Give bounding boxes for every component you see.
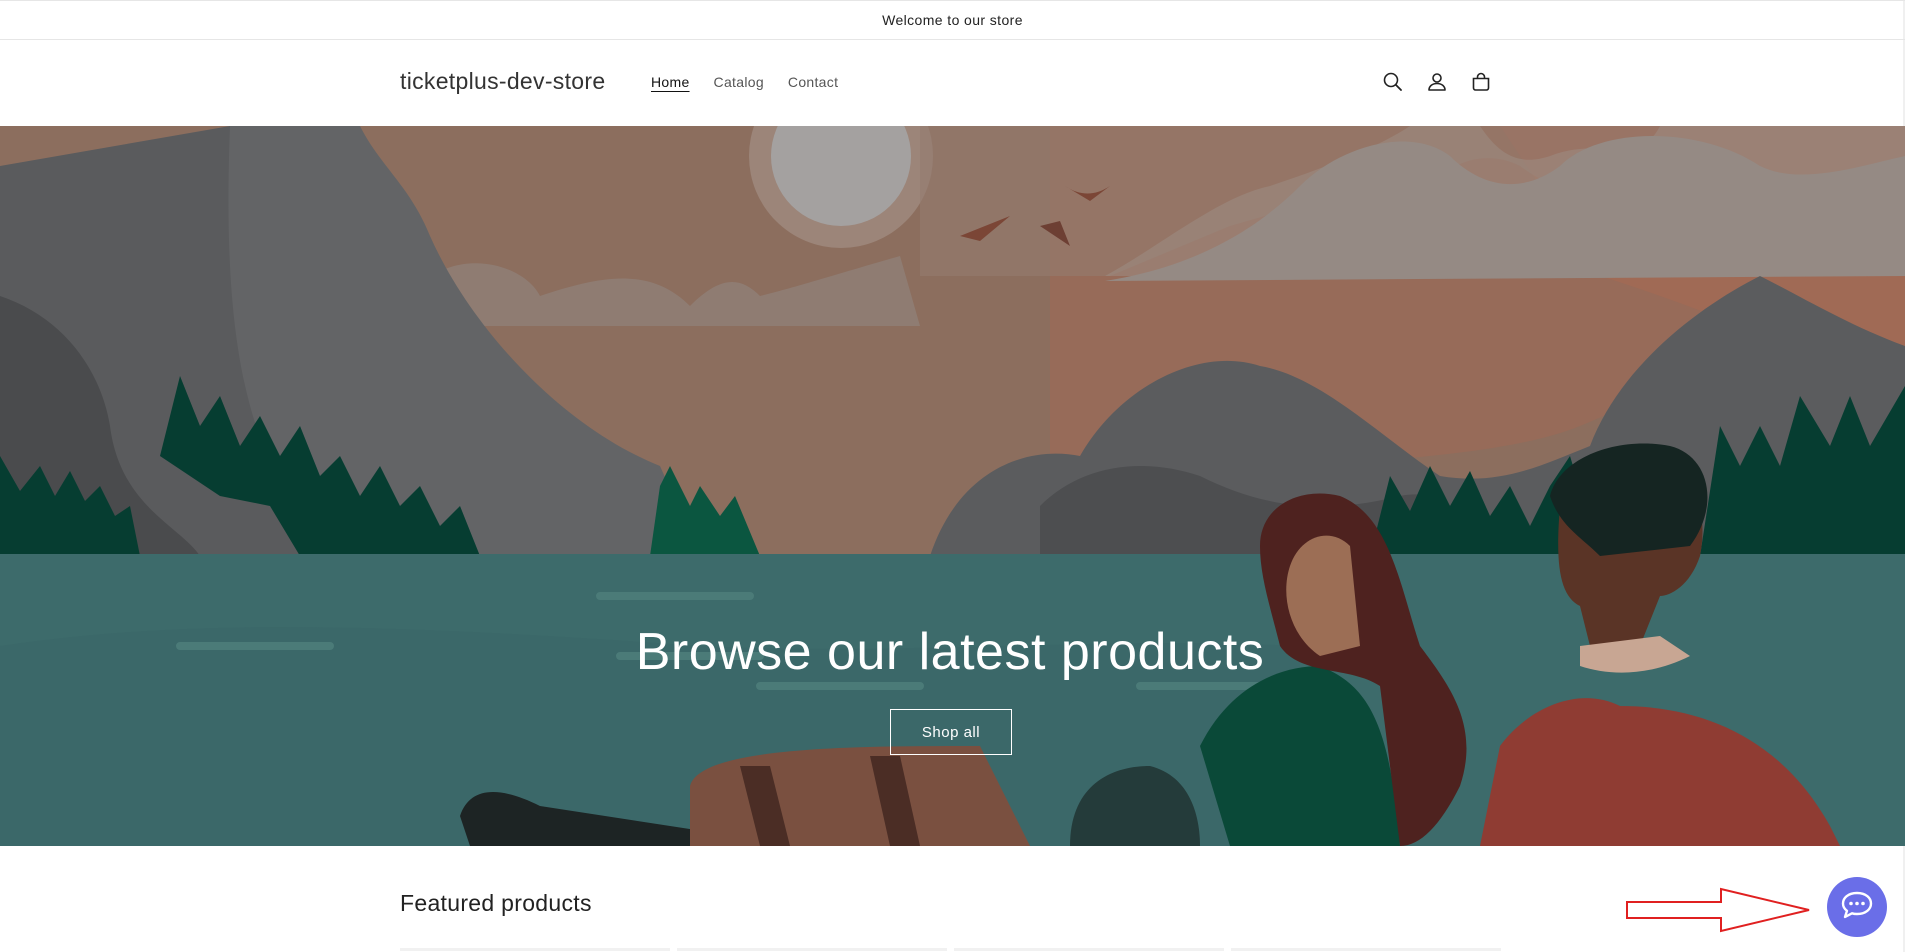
store-logo[interactable]: ticketplus-dev-store bbox=[400, 68, 605, 95]
red-arrow-icon bbox=[1626, 887, 1810, 933]
announcement-bar: Welcome to our store bbox=[0, 0, 1905, 40]
hero-heading: Browse our latest products bbox=[635, 623, 1265, 681]
cart-icon[interactable] bbox=[1469, 70, 1493, 94]
account-icon[interactable] bbox=[1425, 70, 1449, 94]
site-header: ticketplus-dev-store Home Catalog Contac… bbox=[0, 40, 1905, 126]
nav-link-home[interactable]: Home bbox=[651, 74, 690, 90]
product-card[interactable] bbox=[1231, 948, 1501, 951]
shop-all-button[interactable]: Shop all bbox=[890, 709, 1012, 755]
nav-link-catalog[interactable]: Catalog bbox=[714, 74, 764, 90]
featured-products-title: Featured products bbox=[400, 890, 592, 916]
product-card[interactable] bbox=[954, 948, 1224, 951]
hero-banner: Browse our latest products Shop all bbox=[0, 126, 1905, 846]
product-card[interactable] bbox=[400, 948, 670, 951]
product-card[interactable] bbox=[677, 948, 947, 951]
main-nav: Home Catalog Contact bbox=[651, 74, 838, 90]
nav-link-contact[interactable]: Contact bbox=[788, 74, 838, 90]
chat-bubble-icon bbox=[1840, 890, 1874, 925]
product-card-row bbox=[400, 948, 1501, 952]
search-icon[interactable] bbox=[1381, 70, 1405, 94]
header-icons bbox=[1381, 70, 1493, 94]
announcement-text: Welcome to our store bbox=[882, 12, 1023, 28]
chat-button[interactable] bbox=[1827, 877, 1887, 937]
